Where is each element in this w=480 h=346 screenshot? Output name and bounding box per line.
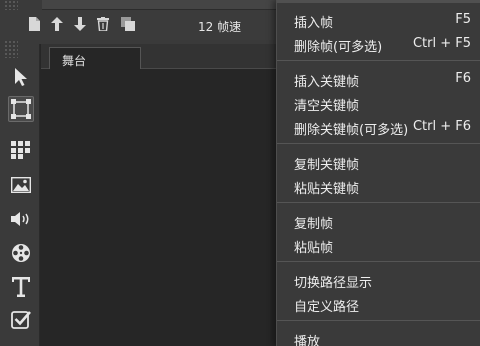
menu-item-label: 复制帧 [294, 217, 334, 232]
animation-editor: 12 帧速 舞台 插入帧 F5 删除帧(可多选) Ctrl + F5 插入关键帧… [0, 0, 480, 346]
tool-palette [0, 44, 40, 346]
new-file-icon[interactable] [27, 16, 41, 32]
menu-item[interactable]: 切换路径显示 [277, 267, 480, 291]
select-arrow-icon[interactable] [8, 64, 34, 90]
sound-icon[interactable] [8, 206, 34, 232]
menu-item[interactable]: 插入关键帧 F6 [277, 66, 480, 90]
menu-item-label: 插入关键帧 [294, 75, 360, 90]
menu-item[interactable]: 粘贴帧 [277, 232, 480, 256]
trash-icon[interactable] [96, 16, 110, 32]
stage-canvas[interactable] [41, 69, 281, 346]
menu-item-label: 插入帧 [294, 16, 334, 31]
menu-item[interactable]: 清空关键帧 [277, 90, 480, 114]
palette-grip[interactable] [4, 44, 18, 58]
context-menu: 插入帧 F5 删除帧(可多选) Ctrl + F5 插入关键帧 F6 清空关键帧 删除关键帧(… [276, 0, 480, 346]
menu-item[interactable]: 复制帧 [277, 208, 480, 232]
timeline-track[interactable] [42, 0, 280, 10]
menu-item[interactable]: 播放 [277, 326, 480, 346]
menu-separator [277, 143, 480, 144]
menu-item-label: 删除帧(可多选) [294, 40, 383, 55]
copy-icon[interactable] [121, 16, 135, 32]
menu-item-shortcut: Ctrl + F5 [412, 36, 471, 51]
menu-separator [277, 60, 480, 61]
tab-stage[interactable]: 舞台 [49, 47, 141, 70]
menu-item-label: 复制关键帧 [294, 158, 360, 173]
film-reel-icon[interactable] [8, 240, 34, 266]
menu-item-shortcut: F5 [455, 12, 471, 27]
move-up-icon[interactable] [50, 16, 64, 32]
fps-label[interactable]: 12 帧速 [198, 18, 241, 35]
image-icon[interactable] [8, 172, 34, 198]
move-down-icon[interactable] [73, 16, 87, 32]
tab-stage-label: 舞台 [62, 54, 87, 68]
transform-icon[interactable] [8, 96, 34, 122]
menu-item-label: 播放 [294, 335, 321, 346]
checkbox-icon[interactable] [8, 306, 34, 332]
menu-item[interactable]: 删除关键帧(可多选) Ctrl + F6 [277, 114, 480, 138]
menu-item-shortcut: F6 [455, 71, 471, 86]
stage-tab-bar: 舞台 [41, 44, 281, 70]
menu-top-edge [277, 0, 480, 3]
menu-item[interactable]: 插入帧 F5 [277, 7, 480, 31]
menu-separator [277, 202, 480, 203]
text-icon[interactable] [8, 274, 34, 300]
menu-item-label: 清空关键帧 [294, 99, 360, 114]
menu-separator [277, 261, 480, 262]
menu-item-label: 自定义路径 [294, 300, 360, 315]
menu-separator [277, 320, 480, 321]
menu-item-label: 粘贴关键帧 [294, 182, 360, 197]
grid-icon[interactable] [8, 137, 34, 163]
menu-item-shortcut: Ctrl + F6 [412, 119, 471, 134]
menu-item[interactable]: 粘贴关键帧 [277, 173, 480, 197]
menu-item-label: 粘贴帧 [294, 241, 334, 256]
menu-item[interactable]: 复制关键帧 [277, 149, 480, 173]
menu-item[interactable]: 删除帧(可多选) Ctrl + F5 [277, 31, 480, 55]
menu-item-label: 切换路径显示 [294, 276, 373, 291]
menu-item[interactable]: 自定义路径 [277, 291, 480, 315]
menu-item-label: 删除关键帧(可多选) [294, 123, 409, 138]
